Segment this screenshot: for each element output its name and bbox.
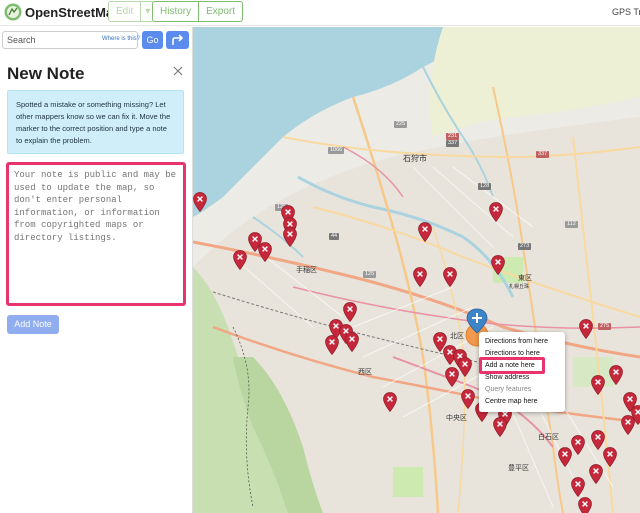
note-marker-icon[interactable]: [193, 192, 207, 212]
note-marker-icon[interactable]: [283, 227, 297, 247]
ctx-query-features[interactable]: Query features: [479, 384, 565, 396]
ward-label-shiroishi: 白石区: [538, 434, 559, 441]
add-note-button[interactable]: Add Note: [7, 315, 59, 334]
note-marker-icon[interactable]: [558, 447, 572, 467]
note-marker-icon[interactable]: [443, 267, 457, 287]
note-marker-icon[interactable]: [233, 250, 247, 270]
note-marker-icon[interactable]: [413, 267, 427, 287]
route-shield: 337: [536, 151, 550, 158]
route-shield: 112: [565, 221, 578, 228]
add-note-highlight-box: [479, 357, 545, 374]
ward-label-higashi: 東区: [518, 275, 532, 282]
map-canvas[interactable]: 石狩市 手稲区 西区 北区 中央区 白石区 豊平区 東区 札幌丘珠 225 23…: [193, 27, 640, 513]
note-marker-icon[interactable]: [609, 365, 623, 385]
ward-label-chuo: 中央区: [446, 415, 467, 422]
note-marker-icon[interactable]: [571, 477, 585, 497]
history-export-group: History Export: [152, 1, 244, 22]
search-go-button[interactable]: Go: [142, 31, 163, 49]
export-tab[interactable]: Export: [199, 1, 244, 22]
directions-button[interactable]: [166, 31, 189, 49]
note-marker-icon[interactable]: [258, 242, 272, 262]
directions-icon: [172, 34, 184, 45]
route-shield: 125: [363, 271, 377, 278]
ctx-directions-from[interactable]: Directions from here: [479, 336, 565, 348]
edit-button-group: Edit ▾: [108, 1, 156, 22]
route-shield: 275: [598, 323, 612, 330]
route-shield: 273: [518, 243, 532, 250]
close-icon[interactable]: [173, 63, 183, 76]
note-marker-icon[interactable]: [621, 415, 635, 435]
note-marker-icon[interactable]: [589, 464, 603, 484]
route-shield: 1066: [328, 147, 345, 154]
route-shield: 128: [478, 183, 492, 190]
park-label: 札幌丘珠: [509, 284, 530, 290]
note-marker-icon[interactable]: [458, 357, 472, 377]
brand-name[interactable]: OpenStreetMap: [25, 5, 121, 20]
note-marker-icon[interactable]: [325, 335, 339, 355]
where-is-this-link[interactable]: Where is this?: [102, 36, 140, 42]
ward-label-kita: 北区: [450, 333, 464, 340]
note-marker-icon[interactable]: [489, 202, 503, 222]
note-marker-icon[interactable]: [418, 222, 432, 242]
note-help-box: Spotted a mistake or something missing? …: [7, 90, 184, 154]
note-marker-icon[interactable]: [491, 255, 505, 275]
route-shield: 231: [446, 133, 460, 140]
ward-label-teine: 手稲区: [296, 267, 317, 274]
ctx-centre-map[interactable]: Centre map here: [479, 396, 565, 408]
note-marker-icon[interactable]: [591, 375, 605, 395]
note-marker-icon[interactable]: [493, 417, 507, 437]
osm-logo-icon[interactable]: [4, 3, 22, 21]
note-marker-icon[interactable]: [578, 497, 592, 513]
note-marker-icon[interactable]: [383, 392, 397, 412]
note-marker-icon[interactable]: [461, 389, 475, 409]
note-marker-icon[interactable]: [445, 367, 459, 387]
top-navigation-bar: OpenStreetMap Edit ▾ History Export GPS …: [0, 0, 640, 26]
city-label-ishikari: 石狩市: [403, 154, 427, 163]
gps-traces-link[interactable]: GPS Tra: [612, 7, 640, 17]
edit-button[interactable]: Edit: [108, 1, 142, 22]
note-marker-icon[interactable]: [345, 332, 359, 352]
ward-label-toyohira: 豊平区: [508, 465, 529, 472]
note-marker-icon[interactable]: [603, 447, 617, 467]
route-shield: 337: [446, 140, 460, 147]
ward-label-nishi: 西区: [358, 369, 372, 376]
route-shield: 44: [329, 233, 340, 240]
note-marker-icon[interactable]: [343, 302, 357, 322]
panel-title: New Note: [7, 64, 85, 83]
note-textarea[interactable]: [6, 162, 186, 306]
note-marker-icon[interactable]: [571, 435, 585, 455]
note-marker-icon[interactable]: [579, 319, 593, 339]
route-shield: 225: [394, 121, 408, 128]
history-tab[interactable]: History: [152, 1, 200, 22]
sidebar: Where is this? Go New Note Spotted a mis…: [0, 27, 193, 513]
